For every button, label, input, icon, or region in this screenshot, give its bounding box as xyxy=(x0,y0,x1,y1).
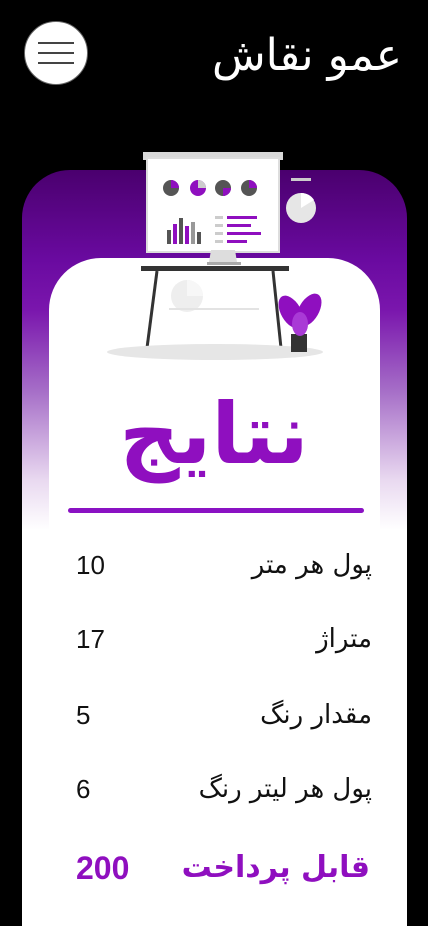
result-row-price-per-meter: پول هر متر 10 xyxy=(0,550,428,590)
hamburger-line xyxy=(38,52,74,54)
result-value: 6 xyxy=(76,774,91,804)
result-label: مقدار رنگ xyxy=(260,700,372,730)
result-label: متراژ xyxy=(316,624,372,654)
result-value: 5 xyxy=(76,700,91,730)
result-label: پول هر متر xyxy=(251,550,372,580)
result-value: 17 xyxy=(76,624,105,654)
total-label: قابل پرداخت xyxy=(181,850,370,885)
result-row-price-per-liter: پول هر لیتر رنگ 6 xyxy=(0,774,428,814)
hamburger-line xyxy=(38,62,74,64)
result-row-total-payable: قابل پرداخت 200 xyxy=(0,850,428,890)
menu-button[interactable] xyxy=(24,21,88,85)
title-underline xyxy=(68,508,364,513)
result-row-paint-amount: مقدار رنگ 5 xyxy=(0,700,428,740)
total-value: 200 xyxy=(76,850,130,886)
result-label: پول هر لیتر رنگ xyxy=(198,774,372,804)
hamburger-line xyxy=(38,42,74,44)
result-value: 10 xyxy=(76,550,105,580)
result-row-area: متراژ 17 xyxy=(0,624,428,664)
results-title: نتایج xyxy=(119,385,309,483)
presentation-board-illustration xyxy=(107,152,323,360)
app-title: عمو نقاش xyxy=(211,30,402,81)
